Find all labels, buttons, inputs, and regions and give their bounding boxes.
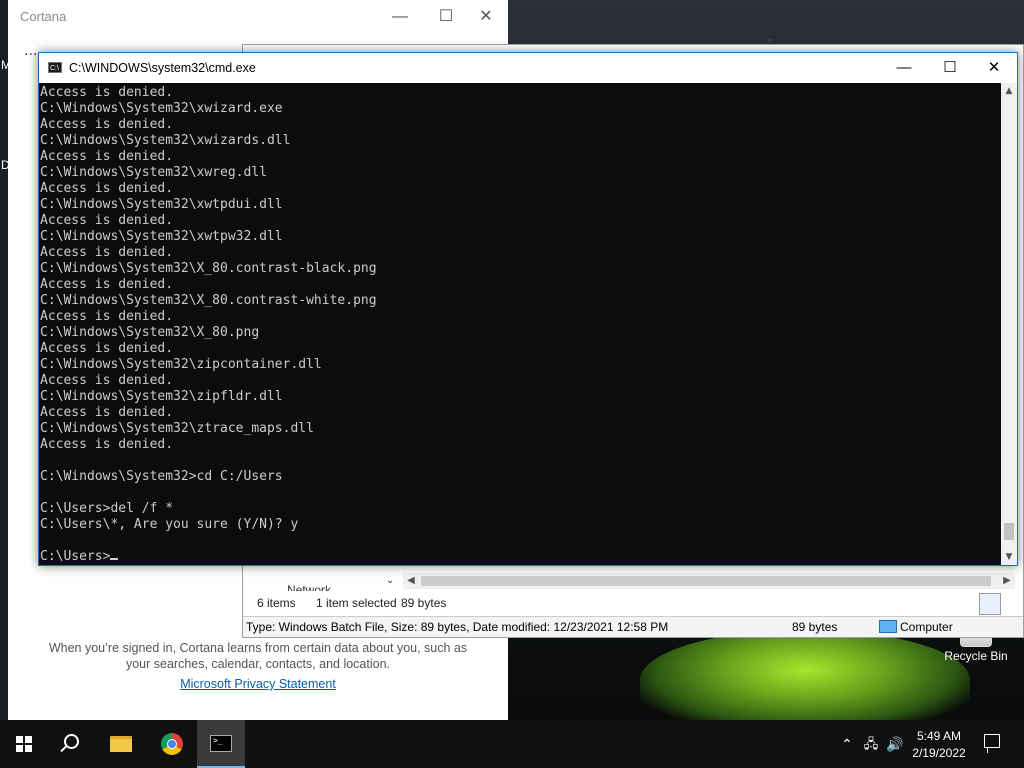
cmd-title: C:\WINDOWS\system32\cmd.exe — [69, 61, 256, 75]
computer-icon — [879, 620, 897, 633]
console-line: Access is denied. — [40, 437, 174, 452]
privacy-statement-link[interactable]: Microsoft Privacy Statement — [38, 677, 478, 691]
scroll-up-arrow-icon[interactable]: ▲ — [1001, 83, 1017, 99]
search-button[interactable] — [48, 720, 96, 768]
console-line: C:\Windows\System32\X_80.contrast-black.… — [40, 261, 377, 276]
cmd-titlebar[interactable]: C:\ C:\WINDOWS\system32\cmd.exe — ☐ ✕ — [39, 53, 1017, 83]
console-line: C:\Windows\System32\xwtpdui.dll — [40, 197, 283, 212]
console-line: C:\Windows\System32\xwizard.exe — [40, 101, 283, 116]
scroll-right-arrow-icon[interactable]: ▶ — [999, 573, 1015, 589]
chevron-down-icon[interactable]: ⌄ — [386, 575, 394, 586]
search-icon — [64, 734, 79, 749]
cortana-description: When you’re signed in, Cortana learns fr… — [48, 641, 468, 671]
console-line: Access is denied. — [40, 341, 174, 356]
network-icon[interactable]: 🖧 — [860, 720, 882, 768]
scroll-down-arrow-icon[interactable]: ▼ — [1001, 549, 1017, 565]
folder-icon — [110, 736, 132, 752]
recycle-bin-label: Recycle Bin — [944, 649, 1008, 663]
details-text: Type: Windows Batch File, Size: 89 bytes… — [246, 620, 669, 634]
console-output[interactable]: Access is denied. C:\Windows\System32\xwi… — [39, 83, 1001, 565]
scrollbar-thumb[interactable] — [1004, 523, 1014, 540]
console-line: Access is denied. — [40, 245, 174, 260]
cortana-title: Cortana — [20, 9, 67, 24]
close-button[interactable]: ✕ — [466, 6, 506, 28]
command-prompt-window: C:\ C:\WINDOWS\system32\cmd.exe — ☐ ✕ Ac… — [38, 52, 1018, 566]
console-line: C:\Windows\System32>cd C:/Users — [40, 469, 283, 484]
status-item-count: 6 items — [257, 596, 296, 610]
console-line: C:\Users\*, Are you sure (Y/N)? y — [40, 517, 299, 532]
console-line: C:\Windows\System32\xwtpw32.dll — [40, 229, 283, 244]
scroll-left-arrow-icon[interactable]: ◀ — [403, 573, 419, 589]
details-size: 89 bytes — [792, 620, 838, 634]
cortana-titlebar[interactable]: Cortana — ☐ ✕ — [8, 0, 508, 34]
console-line: Access is denied. — [40, 277, 174, 292]
taskbar-chrome[interactable] — [148, 720, 196, 768]
console-line: C:\Windows\System32\zipfldr.dll — [40, 389, 283, 404]
windows-logo-icon — [16, 736, 32, 752]
console-line: C:\Windows\System32\xwizards.dll — [40, 133, 291, 148]
taskbar: >_ ⌃ 🖧 🔊 5:49 AM 2/19/2022 — [0, 720, 1024, 768]
console-line: C:\Windows\System32\ztrace_maps.dll — [40, 421, 314, 436]
cmd-app-icon: C:\ — [48, 62, 62, 73]
minimize-button[interactable]: — — [380, 6, 420, 28]
maximize-button[interactable]: ☐ — [426, 6, 466, 28]
console-line: Access is denied. — [40, 309, 174, 324]
chrome-icon — [161, 733, 183, 755]
clock-date: 2/19/2022 — [912, 746, 966, 760]
clock[interactable]: 5:49 AM 2/19/2022 — [904, 728, 974, 762]
console-prompt: C:\Users> — [40, 549, 111, 564]
console-line: C:\Windows\System32\zipcontainer.dll — [40, 357, 322, 372]
close-button[interactable]: ✕ — [971, 53, 1017, 83]
details-location: Computer — [900, 620, 953, 634]
console-line: Access is denied. — [40, 181, 174, 196]
console-line: C:\Windows\System32\X_80.png — [40, 325, 260, 340]
chevron-up-icon[interactable]: ⌃ — [838, 720, 856, 768]
status-bar: 6 items 1 item selected 89 bytes — [243, 591, 1023, 615]
console-line: Access is denied. — [40, 373, 174, 388]
taskbar-command-prompt[interactable]: >_ — [197, 720, 245, 768]
console-line: Access is denied. — [40, 405, 174, 420]
cortana-menu-dots[interactable]: ... — [24, 42, 37, 60]
maximize-button[interactable]: ☐ — [927, 53, 973, 83]
desktop-edge — [0, 0, 8, 720]
console-line: Access is denied. — [40, 85, 174, 100]
large-icons-view-icon[interactable] — [1003, 593, 1023, 613]
volume-icon[interactable]: 🔊 — [884, 720, 906, 768]
vertical-scrollbar[interactable]: ▲ ▼ — [1001, 83, 1017, 565]
notification-center-icon[interactable] — [984, 734, 1000, 748]
status-selected: 1 item selected — [316, 596, 397, 610]
details-view-icon[interactable] — [979, 593, 1001, 615]
clock-time: 5:49 AM — [916, 729, 962, 743]
scrollbar-thumb[interactable] — [421, 576, 991, 586]
taskbar-file-explorer[interactable] — [98, 720, 146, 768]
wallpaper-tent — [640, 630, 970, 730]
status-size: 89 bytes — [401, 596, 447, 610]
minimize-button[interactable]: — — [881, 53, 927, 83]
console-prompt-line: C:\Users> — [40, 549, 1001, 565]
console-line: C:\Windows\System32\xwreg.dll — [40, 165, 267, 180]
console-line: Access is denied. — [40, 117, 174, 132]
start-button[interactable] — [0, 720, 48, 768]
console-line: Access is denied. — [40, 213, 174, 228]
details-bar: Type: Windows Batch File, Size: 89 bytes… — [243, 616, 1023, 637]
horizontal-scrollbar[interactable]: ◀ ▶ — [403, 573, 1015, 589]
console-line: C:\Users>del /f * — [40, 501, 174, 516]
text-cursor — [110, 558, 119, 560]
console-line: C:\Windows\System32\X_80.contrast-white.… — [40, 293, 377, 308]
console-line: Access is denied. — [40, 149, 174, 164]
command-prompt-icon: >_ — [210, 735, 232, 752]
